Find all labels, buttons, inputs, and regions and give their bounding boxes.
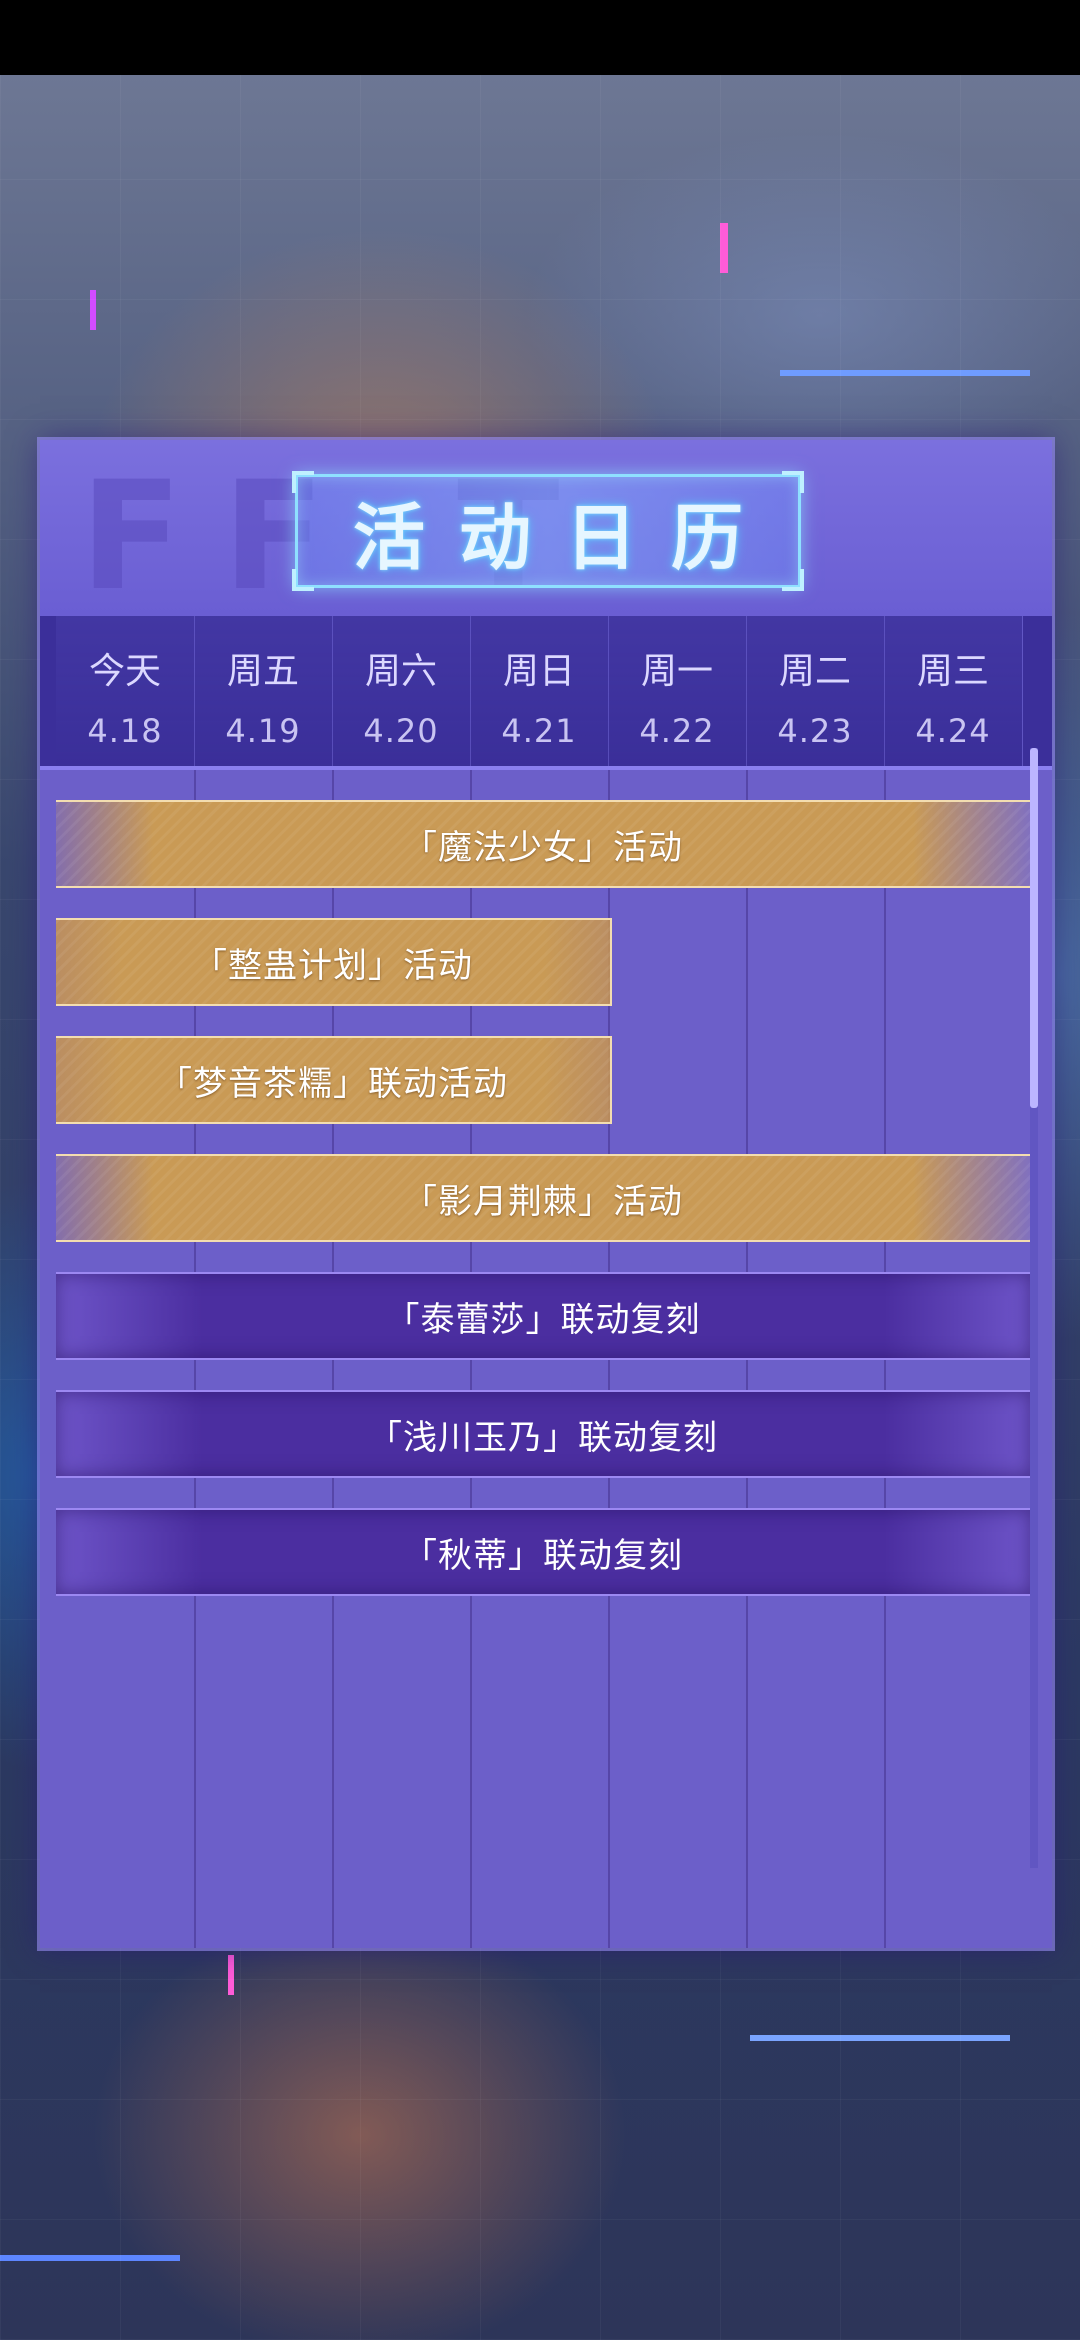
day-header-row: 今天 4.18 周五 4.19 周六 4.20 周日 4.21 周一 4.22 … xyxy=(40,616,1052,770)
day-date: 4.20 xyxy=(363,712,439,750)
day-date: 4.19 xyxy=(225,712,301,750)
day-column-header: 周日 4.21 xyxy=(470,616,609,766)
day-date: 4.22 xyxy=(639,712,715,750)
page-title: 活动日历 xyxy=(352,495,777,580)
event-label: 「整蛊计划」活动 xyxy=(193,945,473,986)
day-column-header: 周一 4.22 xyxy=(608,616,747,766)
event-bar[interactable]: 「影月荆棘」活动 xyxy=(56,1154,1030,1242)
event-bar[interactable]: 「秋蒂」联动复刻 xyxy=(56,1508,1030,1596)
scrollbar-thumb[interactable] xyxy=(1030,748,1038,1108)
day-date: 4.24 xyxy=(915,712,991,750)
title-frame: 活动日历 xyxy=(292,471,804,591)
day-column-header: 周二 4.23 xyxy=(746,616,885,766)
event-bar[interactable]: 「梦音茶糯」联动活动 xyxy=(56,1036,612,1124)
day-name: 周二 xyxy=(778,651,851,692)
activity-calendar-panel: FF T 活动日历 今天 4.18 周五 4.19 周六 4.20 周日 4.2… xyxy=(40,440,1052,1948)
day-name: 周五 xyxy=(226,651,299,692)
day-date: 4.21 xyxy=(501,712,577,750)
day-column-header: 周六 4.20 xyxy=(332,616,471,766)
day-date: 4.23 xyxy=(777,712,853,750)
day-name: 今天 xyxy=(88,651,161,692)
event-bar[interactable]: 「浅川玉乃」联动复刻 xyxy=(56,1390,1030,1478)
status-bar xyxy=(0,0,1080,75)
event-label: 「浅川玉乃」联动复刻 xyxy=(368,1417,718,1458)
day-name: 周六 xyxy=(364,651,437,692)
event-label: 「泰蕾莎」联动复刻 xyxy=(385,1299,701,1340)
event-label: 「魔法少女」活动 xyxy=(403,827,683,868)
event-label: 「秋蒂」联动复刻 xyxy=(403,1535,683,1576)
day-name: 周一 xyxy=(640,651,713,692)
event-label: 「梦音茶糯」联动活动 xyxy=(158,1063,508,1104)
day-column-header: 今天 4.18 xyxy=(56,616,195,766)
event-bar[interactable]: 「魔法少女」活动 xyxy=(56,800,1030,888)
day-name: 周三 xyxy=(916,651,989,692)
day-name: 周日 xyxy=(502,651,575,692)
day-date: 4.18 xyxy=(87,712,163,750)
event-label: 「影月荆棘」活动 xyxy=(403,1181,683,1222)
event-bar[interactable]: 「整蛊计划」活动 xyxy=(56,918,612,1006)
day-column-header: 周三 4.24 xyxy=(884,616,1023,766)
event-bar[interactable]: 「泰蕾莎」联动复刻 xyxy=(56,1272,1030,1360)
panel-header: FF T 活动日历 xyxy=(40,440,1052,616)
day-column-header: 周五 4.19 xyxy=(194,616,333,766)
